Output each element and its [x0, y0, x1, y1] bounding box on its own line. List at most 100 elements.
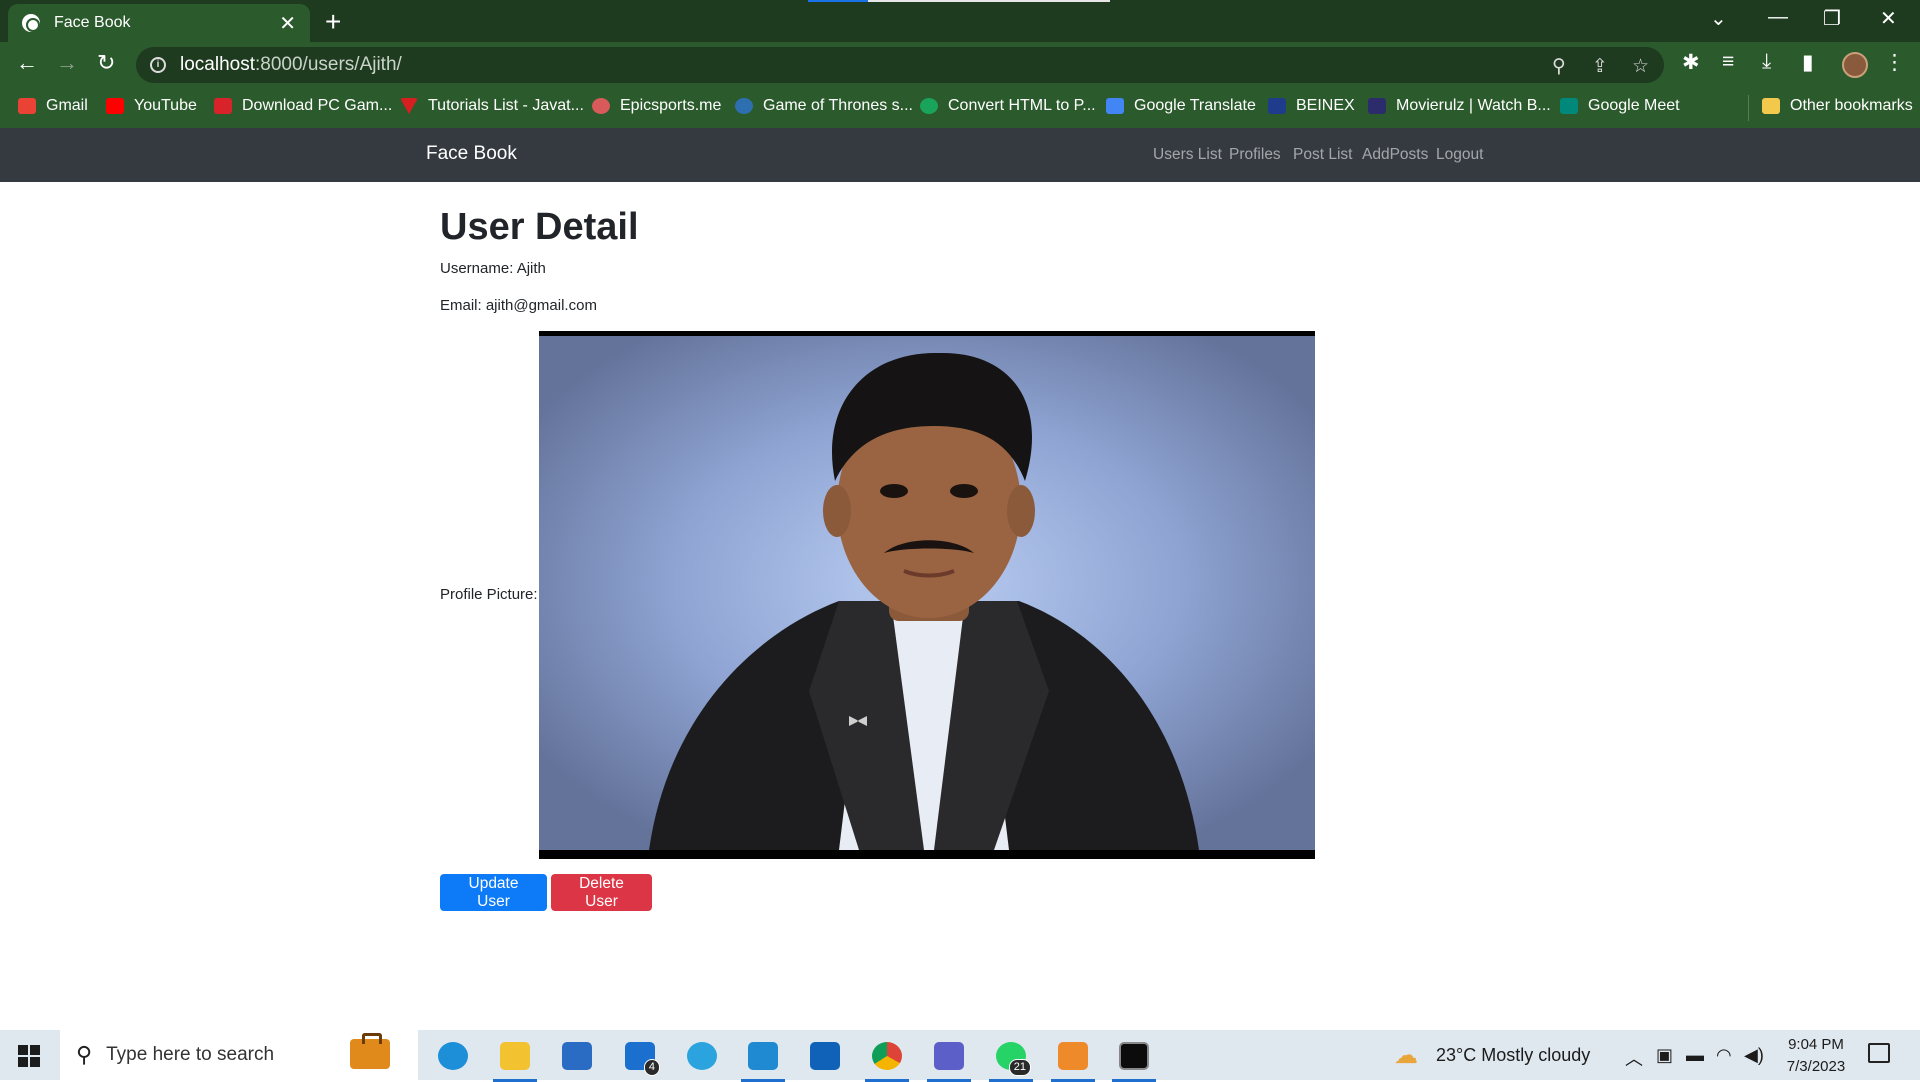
game-icon: [214, 98, 232, 114]
bookmark-download-pc-games[interactable]: Download PC Gam...: [214, 97, 392, 115]
search-placeholder: Type here to search: [106, 1044, 275, 1065]
close-tab-icon[interactable]: ✕: [279, 11, 296, 36]
wifi-icon[interactable]: ◠: [1716, 1045, 1732, 1066]
menu-icon[interactable]: ⋮: [1884, 50, 1905, 75]
bookmark-movierulz[interactable]: Movierulz | Watch B...: [1368, 97, 1551, 115]
profile-picture-label: Profile Picture:: [440, 586, 538, 603]
media-icon[interactable]: ≡: [1722, 50, 1734, 74]
site-navbar: Face Book Users List Profiles Post List …: [0, 128, 1920, 182]
bookmark-youtube[interactable]: YouTube: [106, 97, 197, 115]
bookmark-google-meet[interactable]: Google Meet: [1560, 97, 1680, 115]
profile-avatar[interactable]: [1842, 52, 1868, 78]
browser-chrome: Face Book ✕ + ⌄ — ❐ ✕ ← → ↻ i localhost:…: [0, 0, 1920, 128]
bookmark-game-of-thrones[interactable]: Game of Thrones s...: [735, 97, 913, 115]
taskbar-clock[interactable]: 9:04 PM 7/3/2023: [1776, 1034, 1856, 1078]
battery-icon[interactable]: ▬: [1686, 1045, 1704, 1066]
close-window-icon[interactable]: ✕: [1880, 6, 1897, 31]
tab-search-icon[interactable]: ⌄: [1710, 6, 1727, 31]
notification-icon[interactable]: [1868, 1043, 1890, 1063]
telegram-app[interactable]: [680, 1036, 724, 1076]
folder-icon: [1762, 98, 1780, 114]
chrome-app[interactable]: [865, 1036, 909, 1082]
bookmark-javatpoint[interactable]: Tutorials List - Javat...: [400, 97, 584, 115]
username-text: Username: Ajith: [440, 260, 546, 277]
bookmarks-divider: [1748, 95, 1749, 121]
share-icon[interactable]: ⇪: [1592, 55, 1608, 78]
nav-post-list[interactable]: Post List: [1293, 146, 1352, 164]
chrome-icon: [872, 1042, 902, 1070]
terminal-app[interactable]: [1112, 1036, 1156, 1082]
tab-face-book[interactable]: Face Book ✕: [8, 4, 310, 42]
chevron-up-icon[interactable]: ︿: [1625, 1045, 1643, 1071]
bookmark-star-icon[interactable]: ☆: [1632, 55, 1649, 78]
weather-icon[interactable]: ☁: [1394, 1041, 1418, 1070]
windows-taskbar: ⚲ Type here to search 4 21 ☁ 23°C Mostly…: [0, 1030, 1920, 1082]
nav-add-posts[interactable]: AddPosts: [1362, 146, 1428, 164]
search-icon: ⚲: [76, 1042, 93, 1067]
outlook-app[interactable]: [803, 1036, 847, 1076]
back-icon[interactable]: ←: [16, 50, 38, 76]
minimize-icon[interactable]: —: [1768, 6, 1788, 29]
meet-now-icon[interactable]: ▣: [1656, 1045, 1673, 1066]
restore-icon[interactable]: ❐: [1823, 6, 1841, 31]
clock-time: 9:04 PM: [1788, 1036, 1844, 1053]
reload-icon[interactable]: ↻: [97, 50, 115, 76]
teams-app[interactable]: [927, 1036, 971, 1082]
windows-start-icon[interactable]: [18, 1045, 40, 1067]
store-icon: [562, 1042, 592, 1070]
taskbar-search[interactable]: ⚲ Type here to search: [60, 1030, 418, 1080]
download-icon[interactable]: ⤓: [1762, 50, 1771, 74]
weather-text[interactable]: 23°C Mostly cloudy: [1436, 1045, 1590, 1066]
bookmark-gmail[interactable]: Gmail: [18, 97, 88, 115]
bookmark-epicsports[interactable]: Epicsports.me: [592, 97, 721, 115]
file-explorer-app[interactable]: [493, 1036, 537, 1082]
bookmarks-bar: Gmail YouTube Download PC Gam... Tutoria…: [0, 88, 1920, 128]
delete-user-button[interactable]: Delete User: [551, 874, 652, 911]
edge-icon: [438, 1042, 468, 1070]
forward-icon[interactable]: →: [56, 50, 78, 76]
briefcase-icon[interactable]: [350, 1033, 390, 1069]
browser-toolbar: ← → ↻ i localhost:8000/users/Ajith/ ⚲ ⇪ …: [0, 42, 1920, 88]
whatsapp-app[interactable]: 21: [989, 1036, 1033, 1082]
bookmark-convert-html[interactable]: Convert HTML to P...: [920, 97, 1096, 115]
teams-icon: [934, 1042, 964, 1070]
nav-users-list[interactable]: Users List: [1153, 146, 1222, 164]
vscode-icon: [748, 1042, 778, 1070]
clock-date: 7/3/2023: [1786, 1058, 1846, 1075]
vscode-app[interactable]: [741, 1036, 785, 1082]
update-user-button[interactable]: Update User: [440, 874, 547, 911]
volume-icon[interactable]: ◀): [1744, 1045, 1764, 1066]
epicsports-icon: [592, 98, 610, 114]
site-info-icon[interactable]: i: [150, 57, 166, 73]
profile-photo-illustration: [539, 336, 1315, 850]
whatsapp-badge: 21: [1008, 1059, 1031, 1076]
email-text: Email: ajith@gmail.com: [440, 297, 597, 314]
globe-icon: [735, 98, 753, 114]
tab-title: Face Book: [54, 14, 131, 31]
tab-strip: Face Book ✕ + ⌄ — ❐ ✕: [0, 0, 1920, 42]
bookmark-google-translate[interactable]: Google Translate: [1106, 97, 1256, 115]
gmail-icon: [18, 98, 36, 114]
bookmark-beinex[interactable]: BEINEX: [1268, 97, 1355, 115]
youtube-icon: [106, 98, 124, 114]
store-app[interactable]: [555, 1036, 599, 1076]
brand-link[interactable]: Face Book: [426, 143, 517, 165]
other-bookmarks[interactable]: Other bookmarks: [1762, 97, 1913, 115]
globe-icon: [22, 14, 40, 32]
sublime-app[interactable]: [1051, 1036, 1095, 1082]
edge-app[interactable]: [431, 1036, 475, 1076]
nav-profiles[interactable]: Profiles: [1229, 146, 1281, 164]
side-panel-icon[interactable]: ▮: [1802, 50, 1814, 75]
extensions-icon[interactable]: ✱: [1682, 50, 1700, 75]
address-bar[interactable]: i localhost:8000/users/Ajith/: [136, 47, 1664, 83]
url-path: :8000/users/Ajith/: [255, 54, 402, 75]
sublime-icon: [1058, 1042, 1088, 1070]
page-title: User Detail: [440, 206, 639, 248]
nav-logout[interactable]: Logout: [1436, 146, 1483, 164]
terminal-icon: [1119, 1042, 1149, 1070]
loading-bar: [808, 0, 1110, 2]
zoom-icon[interactable]: ⚲: [1552, 55, 1566, 78]
folder-icon: [500, 1042, 530, 1070]
mail-app[interactable]: 4: [618, 1036, 662, 1076]
new-tab-button[interactable]: +: [325, 6, 341, 38]
